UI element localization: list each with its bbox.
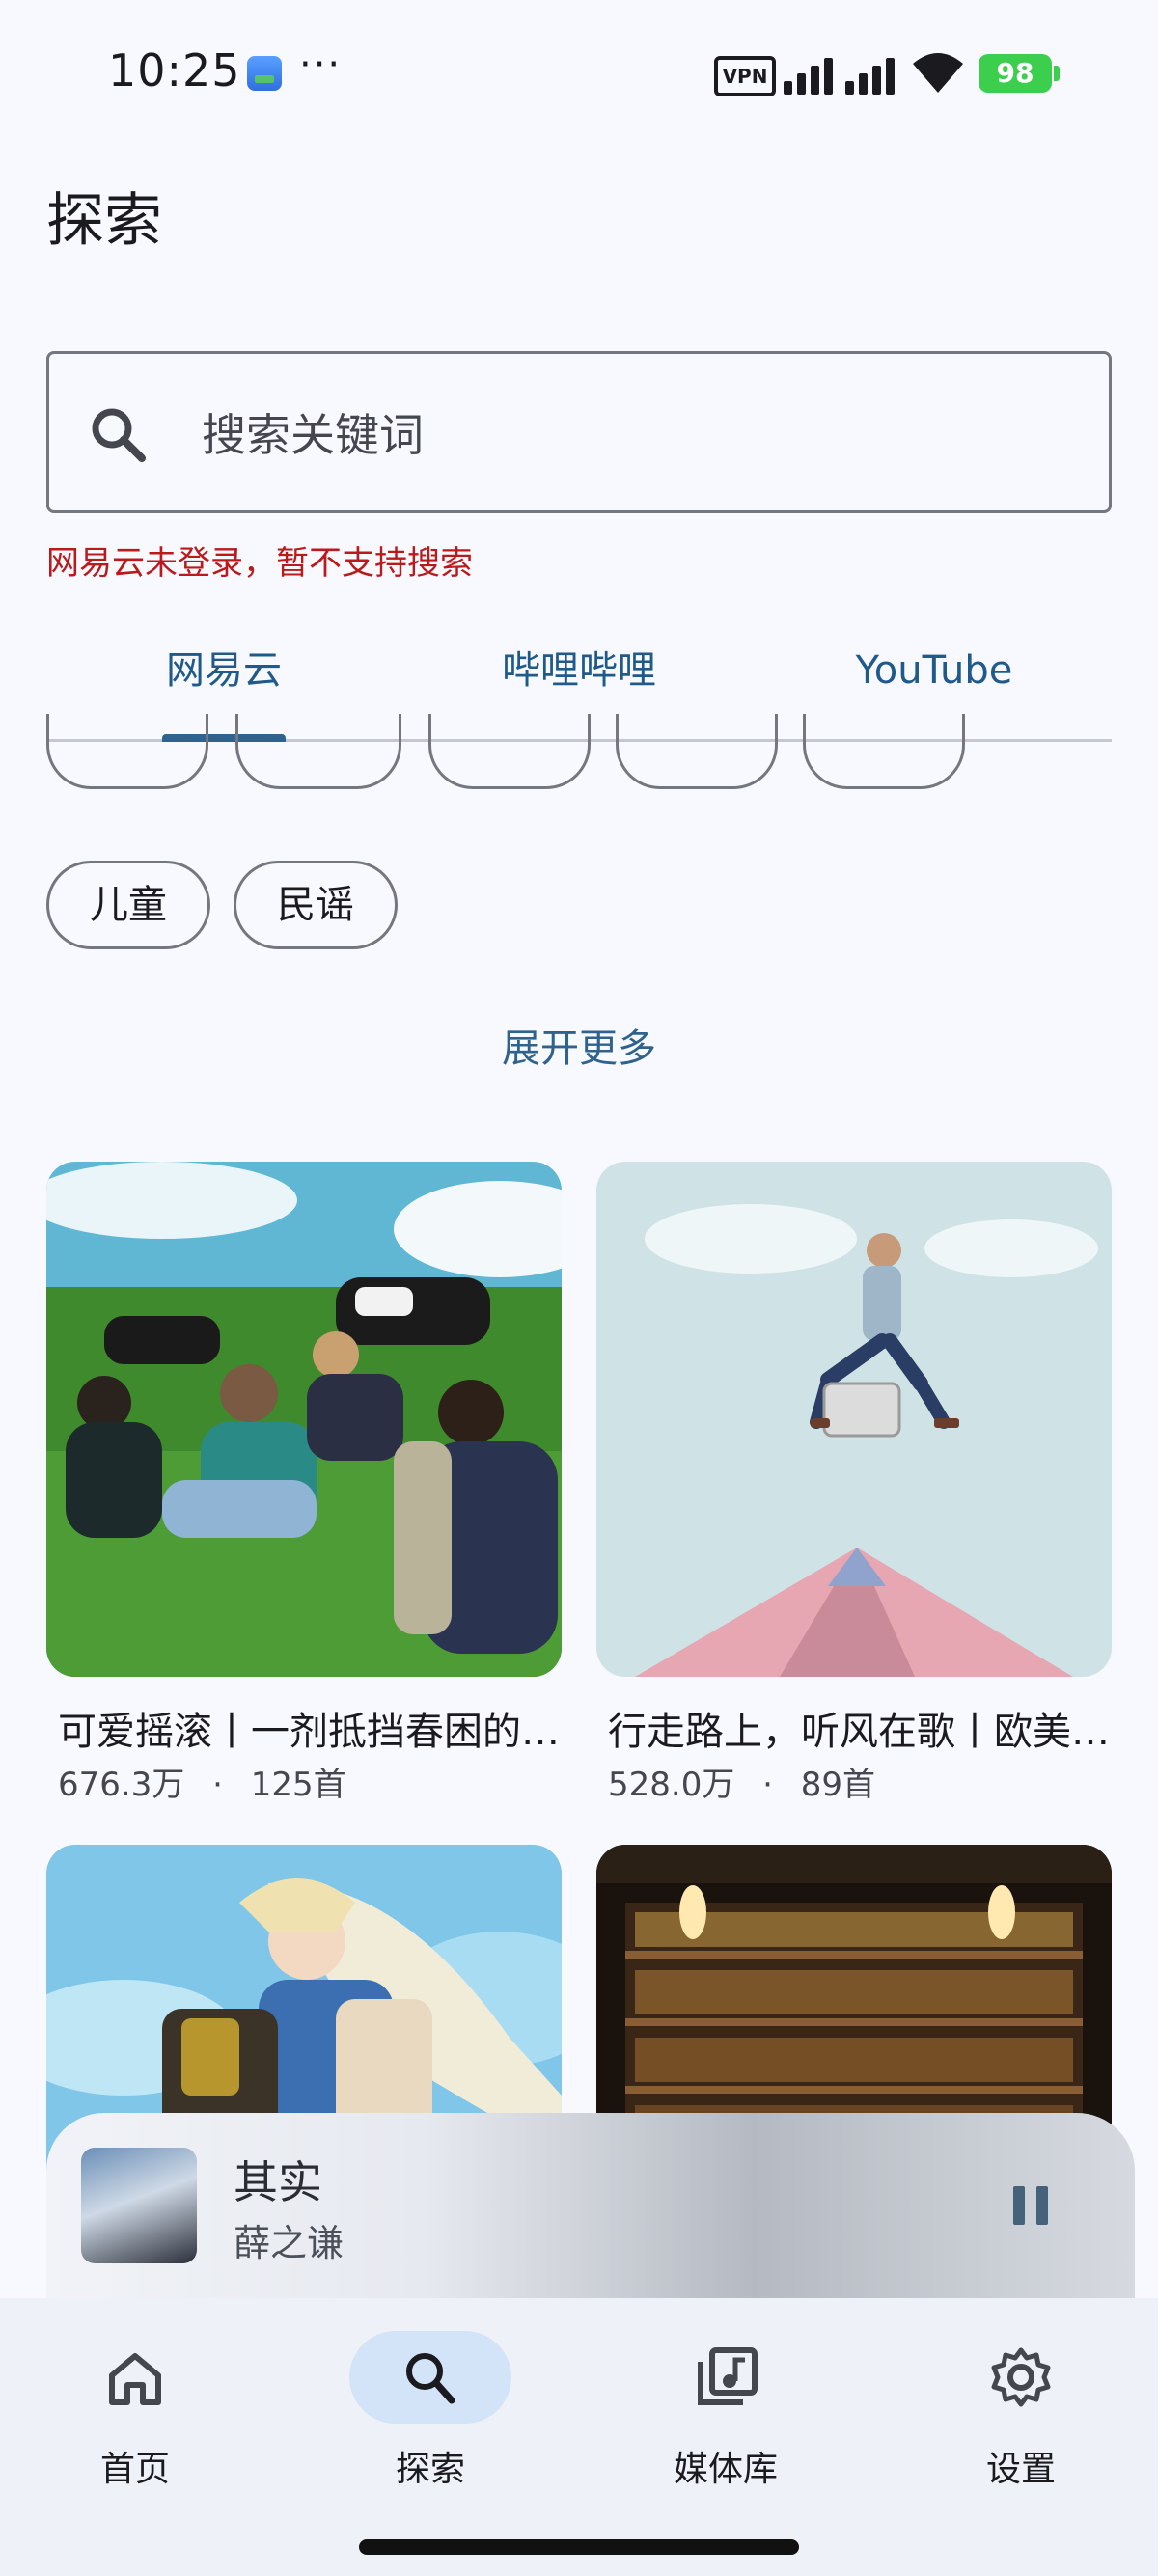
mini-player[interactable]: 其实 薛之谦	[46, 2113, 1135, 2298]
cover-art-image	[46, 1162, 562, 1677]
cover-art-image	[596, 1162, 1112, 1677]
playlist-meta: 676.3万 · 125首	[58, 1758, 346, 1805]
more-notifications-icon: ···	[299, 42, 343, 87]
playlist-meta: 528.0万 · 89首	[608, 1758, 875, 1805]
status-bar: 10:25 ··· VPN 98	[0, 0, 1158, 145]
now-playing-cover	[81, 2148, 197, 2263]
now-playing-title: 其实	[234, 2156, 322, 2208]
pause-icon[interactable]	[1011, 2184, 1050, 2227]
bottom-navigation: 首页 探索 媒体库 设置	[0, 2298, 1158, 2576]
genre-chip-hidden[interactable]	[46, 714, 208, 789]
genre-chip-hidden[interactable]	[803, 714, 965, 789]
playlist-cover[interactable]	[46, 1162, 562, 1677]
playlist-plays: 676.3万	[58, 1766, 185, 1804]
playlist-plays: 528.0万	[608, 1766, 735, 1804]
search-box[interactable]	[46, 351, 1112, 513]
vpn-icon: VPN	[714, 56, 776, 96]
nav-item-explore[interactable]: 探索	[334, 2331, 527, 2524]
status-time: 10:25	[108, 44, 241, 96]
nav-item-settings[interactable]: 设置	[924, 2331, 1117, 2524]
app-notification-icon	[247, 56, 282, 91]
search-icon	[92, 408, 146, 462]
signal-icon	[784, 58, 895, 95]
home-indicator[interactable]	[359, 2539, 799, 2555]
meta-separator: ·	[212, 1766, 223, 1804]
genre-chip-children[interactable]: 儿童	[46, 861, 210, 949]
nav-item-home[interactable]: 首页	[39, 2331, 232, 2524]
playlist-tracks: 89首	[800, 1766, 876, 1804]
now-playing-artist: 薛之谦	[234, 2222, 345, 2264]
search-error-text: 网易云未登录，暂不支持搜索	[46, 544, 473, 583]
playlist-title[interactable]: 行走路上，听风在歌丨欧美民谣	[608, 1700, 1110, 1756]
page-title: 探索	[46, 187, 162, 255]
genre-chip-hidden[interactable]	[616, 714, 778, 789]
gear-icon	[991, 2347, 1051, 2407]
genre-chip-hidden[interactable]	[235, 714, 401, 789]
playlist-cover[interactable]	[596, 1162, 1112, 1677]
nav-label: 首页	[99, 2450, 170, 2489]
playlist-title[interactable]: 可爱摇滚丨一剂抵挡春困的良药	[58, 1700, 560, 1756]
home-icon	[109, 2353, 161, 2405]
nav-item-library[interactable]: 媒体库	[629, 2331, 822, 2524]
battery-tip	[1054, 66, 1060, 81]
library-music-icon	[698, 2347, 758, 2405]
genre-chip-folk[interactable]: 民谣	[234, 861, 398, 949]
meta-separator: ·	[762, 1766, 773, 1804]
playlist-tracks: 125首	[250, 1766, 346, 1804]
search-icon	[406, 2353, 455, 2404]
search-input[interactable]	[200, 393, 1072, 478]
expand-more-button[interactable]: 展开更多	[0, 1017, 1158, 1073]
nav-label: 设置	[985, 2450, 1056, 2489]
genre-chip-hidden[interactable]	[428, 714, 591, 789]
wifi-icon	[913, 53, 963, 93]
nav-label: 媒体库	[673, 2450, 778, 2489]
battery-icon: 98	[979, 54, 1052, 93]
nav-label: 探索	[395, 2450, 465, 2489]
